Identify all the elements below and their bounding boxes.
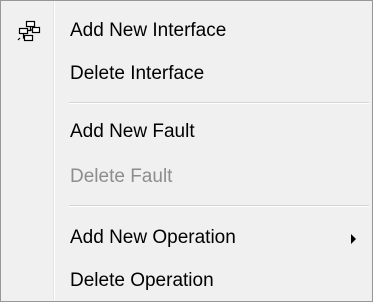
menu-item-delete-operation[interactable]: Delete Operation xyxy=(3,263,370,299)
menu-item-label: Add New Operation xyxy=(70,227,236,248)
menu-item-label: Add New Interface xyxy=(70,20,227,41)
menu-item-label: Delete Operation xyxy=(70,270,214,291)
menu-item-label: Delete Fault xyxy=(70,166,173,187)
submenu-arrow-icon xyxy=(351,234,356,244)
menu-separator xyxy=(69,102,369,104)
interface-icon xyxy=(17,20,41,42)
menu-item-add-new-operation[interactable]: Add New Operation xyxy=(3,220,370,256)
menu-item-label: Delete Interface xyxy=(70,63,205,84)
menu-item-label: Add New Fault xyxy=(70,121,195,142)
context-menu: Add New Interface Delete Interface Add N… xyxy=(0,0,373,302)
menu-separator xyxy=(69,205,369,207)
menu-item-add-new-interface[interactable]: Add New Interface xyxy=(3,13,370,49)
menu-item-delete-fault: Delete Fault xyxy=(3,159,370,195)
menu-item-add-new-fault[interactable]: Add New Fault xyxy=(3,114,370,150)
menu-item-delete-interface[interactable]: Delete Interface xyxy=(3,56,370,92)
